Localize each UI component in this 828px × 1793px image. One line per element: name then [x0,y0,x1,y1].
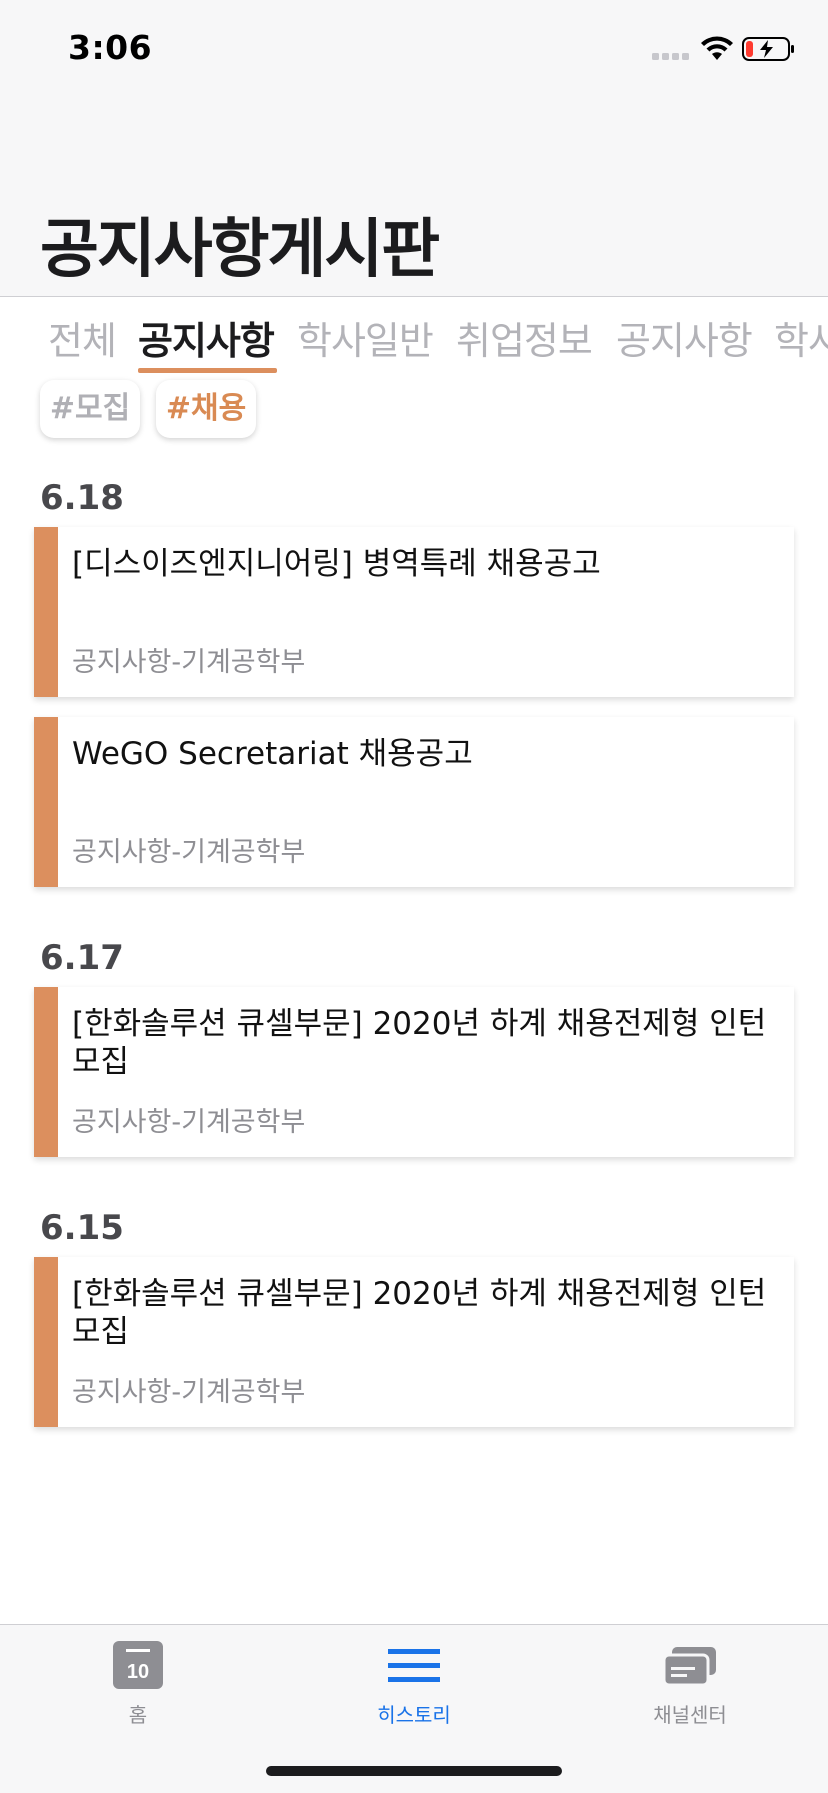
card-accent-bar [34,987,58,1157]
active-tab-indicator [138,368,277,373]
tabbar-channel-center[interactable]: 채널센터 [590,1637,790,1728]
tabbar-label: 채널센터 [653,1703,727,1727]
battery-low-charging-icon [742,37,794,61]
signal-icon [652,53,689,60]
card-accent-bar [34,527,58,697]
post-title: [한화솔루션 큐셀부문] 2020년 하계 채용전제형 인턴 모집 [72,1276,767,1350]
wifi-icon [701,36,733,60]
tab-notice[interactable]: 공지사항 [138,310,275,365]
tabbar-home[interactable]: 10 홈 [38,1637,238,1728]
post-title: WeGO Secretariat 채용공고 [72,736,473,772]
tabbar-history[interactable]: 히스토리 [314,1637,514,1728]
post-source: 공지사항-기계공학부 [72,647,306,678]
card-accent-bar [34,717,58,887]
calendar-icon: 10 [113,1641,163,1689]
post-title: [디스이즈엔지니어링] 병역특례 채용공고 [72,546,601,582]
post-card[interactable]: [디스이즈엔지니어링] 병역특례 채용공고 공지사항-기계공학부 [34,527,794,697]
post-card[interactable]: WeGO Secretariat 채용공고 공지사항-기계공학부 [34,717,794,887]
post-source: 공지사항-기계공학부 [72,837,306,868]
tab-all[interactable]: 전체 [48,310,117,365]
tag-chip-recruit[interactable]: #모집 [40,380,140,438]
menu-lines-icon [388,1649,440,1682]
tab-jobs[interactable]: 취업정보 [456,310,593,365]
calendar-badge: 10 [127,1661,149,1683]
post-card[interactable]: [한화솔루션 큐셀부문] 2020년 하계 채용전제형 인턴 모집 공지사항-기… [34,1257,794,1427]
card-accent-bar [34,1257,58,1427]
tabbar-label: 히스토리 [377,1703,451,1727]
page-title: 공지사항게시판 [40,213,440,287]
tab-notice-2[interactable]: 공지사항 [616,310,753,365]
post-title: [한화솔루션 큐셀부문] 2020년 하계 채용전제형 인턴 모집 [72,1006,767,1080]
date-header: 6.15 [40,1208,124,1248]
tab-academic-2[interactable]: 학사 [774,310,828,365]
tab-academic[interactable]: 학사일반 [297,310,434,365]
date-header: 6.17 [40,938,124,978]
status-time: 3:06 [68,28,153,67]
post-source: 공지사항-기계공학부 [72,1377,306,1408]
post-source: 공지사항-기계공학부 [72,1107,306,1138]
stacked-cards-icon [662,1647,716,1687]
tabbar-label: 홈 [128,1703,148,1727]
post-card[interactable]: [한화솔루션 큐셀부문] 2020년 하계 채용전제형 인턴 모집 공지사항-기… [34,987,794,1157]
home-indicator [266,1766,562,1776]
category-tabs: 전체 공지사항 학사일반 취업정보 공지사항 학사 [0,296,828,376]
date-header: 6.18 [40,478,124,518]
header: 3:06 공지사항게시판 [0,0,828,297]
tag-chip-hiring[interactable]: #채용 [156,380,256,438]
